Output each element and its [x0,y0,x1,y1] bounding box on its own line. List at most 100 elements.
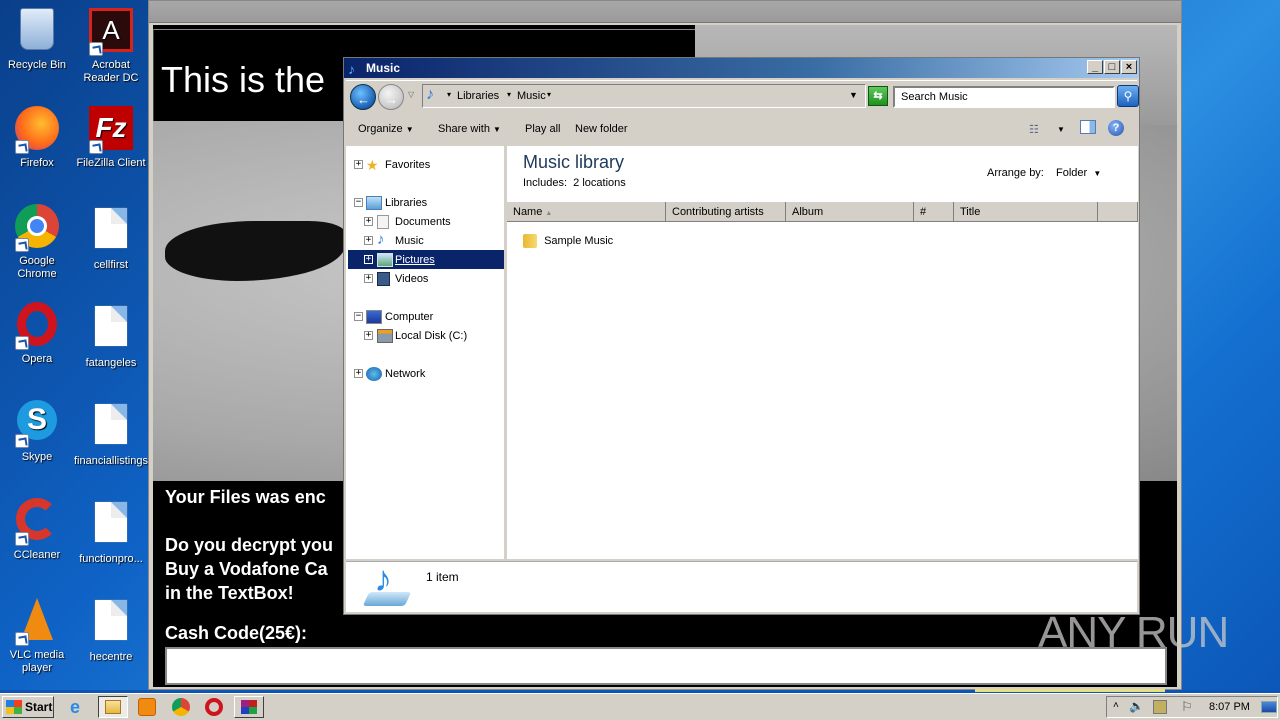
breadcrumb-music[interactable]: Music [517,90,546,102]
share-with-button[interactable]: Share with ▼ [438,123,501,135]
show-hidden-icons-button[interactable]: ˄ [1113,700,1119,711]
back-button[interactable]: ← [350,84,376,110]
column-header-contributing-artists[interactable]: Contributing artists [666,202,786,222]
document-icon [87,306,135,354]
expand-icon[interactable]: + [354,369,363,378]
cash-code-label: Cash Code(25€): [165,623,308,643]
column-header-title[interactable]: Title [954,202,1098,222]
view-options-icon[interactable]: ☷ [1029,123,1039,136]
desktop-icon-financiallistings[interactable]: financiallistings [74,400,148,468]
ransom-message-line1: Your Files was enc [165,487,326,507]
expand-icon[interactable]: + [364,331,373,340]
ransom-message-line2: Do you decrypt you [165,535,334,555]
opera-icon [13,302,61,350]
desktop-icon-label: VLC media player [9,649,65,674]
desktop-icon-label: financiallistings [74,455,148,467]
windows-logo-icon [6,700,22,714]
address-bar[interactable]: ♪ ▾ Libraries ▾ Music ▾ ▼ [422,84,866,108]
clock[interactable]: 8:07 PM [1209,701,1250,713]
preview-pane-icon[interactable] [1080,120,1096,134]
desktop-icon-fatangeles[interactable]: fatangeles [74,302,148,370]
acrobat-icon: A [87,8,135,56]
refresh-button[interactable]: ⇆ [868,86,888,106]
column-header-track-number[interactable]: # [914,202,954,222]
breadcrumb-separator[interactable]: ▾ [507,90,511,99]
expand-icon[interactable]: + [364,274,373,283]
desktop-icon-opera[interactable]: Opera [0,302,74,366]
recent-pages-dropdown[interactable]: ▽ [408,90,414,99]
desktop-icon-functionpro[interactable]: functionpro... [74,498,148,566]
breadcrumb-libraries[interactable]: Libraries [457,90,499,102]
nav-music[interactable]: + ♪ Music [346,231,502,250]
desktop-icon-firefox[interactable]: Firefox [0,106,74,170]
forward-button[interactable]: → [378,84,404,110]
nav-pictures[interactable]: + Pictures [346,251,502,269]
nav-computer[interactable]: − Computer [346,308,502,326]
expand-icon[interactable]: + [354,160,363,169]
column-header-name[interactable]: Name ▲ [507,202,666,222]
view-dropdown-icon[interactable]: ▼ [1057,125,1065,134]
desktop-icon-hecentre[interactable]: hecentre [74,596,148,664]
close-button[interactable]: × [1121,60,1137,74]
taskbar-explorer-button[interactable] [98,696,128,718]
document-icon [87,600,135,648]
action-center-flag-icon[interactable]: ⚐ [1181,699,1193,715]
nav-local-disk[interactable]: + Local Disk (C:) [346,327,502,345]
search-button[interactable]: ⚲ [1117,85,1139,107]
app-icon [241,700,257,714]
network-warning-icon[interactable] [1153,700,1167,714]
collapse-icon[interactable]: − [354,198,363,207]
address-row: ← → ▽ ♪ ▾ Libraries ▾ Music ▾ ▼ ⇆ Search… [346,80,1139,112]
ransom-button-edge[interactable] [975,689,1165,692]
file-list-item[interactable]: Sample Music [523,232,613,250]
taskbar-ransomware-button[interactable] [234,696,264,718]
organize-button[interactable]: Organize ▼ [358,123,414,135]
internet-explorer-icon[interactable]: e [70,698,88,716]
desktop-icon-label: hecentre [89,651,133,663]
opera-icon[interactable] [205,698,223,716]
show-desktop-button[interactable] [1261,701,1277,713]
cash-code-input[interactable] [165,647,1167,685]
help-icon[interactable]: ? [1108,120,1124,136]
nav-videos[interactable]: + Videos [346,270,502,288]
nav-documents[interactable]: + Documents [346,213,502,231]
ransom-titlebar[interactable] [149,1,1181,23]
search-icon: ⚲ [1123,89,1133,103]
address-history-dropdown[interactable]: ▼ [849,90,858,100]
collapse-icon[interactable]: − [354,312,363,321]
media-player-icon[interactable] [138,698,156,716]
music-note-icon: ♪ [348,61,355,77]
new-folder-button[interactable]: New folder [575,123,628,135]
maximize-button[interactable]: □ [1104,60,1120,74]
desktop-icon-chrome[interactable]: Google Chrome [0,204,74,281]
desktop-icon-vlc[interactable]: VLC media player [0,596,74,675]
arrange-by-dropdown[interactable]: Folder ▼ [1056,167,1101,179]
start-button[interactable]: Start [2,696,54,718]
desktop-icon-label: Firefox [20,157,54,169]
desktop-icon-acrobat[interactable]: A Acrobat Reader DC [74,8,148,85]
arrange-by-label: Arrange by: [987,167,1044,179]
expand-icon[interactable]: + [364,217,373,226]
search-input[interactable]: Search Music [893,86,1115,108]
desktop-icon-filezilla[interactable]: Fz FileZilla Client [74,106,148,170]
expand-icon[interactable]: + [364,236,373,245]
breadcrumb-separator[interactable]: ▾ [547,90,551,99]
nav-network[interactable]: + Network [346,365,502,383]
desktop-icon-ccleaner[interactable]: CCleaner [0,498,74,562]
desktop-icon-skype[interactable]: S Skype [0,400,74,464]
play-all-button[interactable]: Play all [525,123,560,135]
chrome-icon[interactable] [172,698,190,716]
expand-icon[interactable]: + [364,255,373,264]
minimize-button[interactable]: _ [1087,60,1103,74]
library-locations-link[interactable]: 2 locations [573,177,626,189]
nav-favorites[interactable]: + ★ Favorites [346,156,502,174]
nav-libraries[interactable]: − Libraries [346,194,502,212]
column-header-album[interactable]: Album [786,202,914,222]
breadcrumb-separator[interactable]: ▾ [447,90,451,99]
desktop-icon-cellfirst[interactable]: cellfirst [74,204,148,272]
videos-icon [377,272,390,286]
explorer-titlebar[interactable]: ♪ Music _ □ × [344,58,1139,78]
desktop-icon-recycle-bin[interactable]: Recycle Bin [0,8,74,72]
vlc-icon [13,598,61,646]
volume-icon[interactable]: 🔈 [1129,699,1144,713]
